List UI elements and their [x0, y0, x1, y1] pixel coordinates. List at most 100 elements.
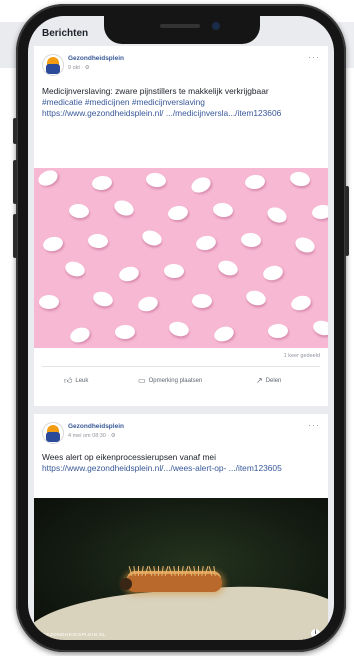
post-hashtags[interactable]: #medicatie #medicijnen #medicijnverslavi…	[42, 97, 318, 108]
caterpillar-hair	[148, 566, 153, 576]
page-avatar[interactable]	[42, 54, 64, 76]
post-text: Wees alert op eikenprocessierupsen vanaf…	[42, 452, 216, 462]
caterpillar-hair	[161, 565, 164, 577]
caterpillar-hair	[164, 566, 169, 576]
feed-post: Gezondheidsplein 9 okt · ⚙ ··· Medicijnv…	[34, 46, 328, 406]
caterpillar-hair	[158, 566, 159, 576]
caterpillar-hair	[193, 565, 196, 577]
pill-decoration	[311, 203, 328, 221]
post-text: Medicijnverslaving: zware pijnstillers t…	[42, 86, 269, 96]
caterpillar-hair	[178, 566, 179, 576]
pill-decoration	[41, 234, 65, 254]
page-avatar[interactable]	[42, 422, 64, 444]
pill-decoration	[194, 234, 218, 252]
share-count[interactable]: 1 keer gedeeld	[284, 353, 320, 359]
pill-decoration	[68, 325, 92, 345]
share-icon: ↗	[256, 376, 263, 385]
post-image-caterpillar[interactable]: GEZONDHEIDSPLEIN.NL i	[34, 498, 328, 640]
pill-decoration	[63, 259, 87, 279]
pill-decoration	[244, 288, 268, 308]
post-link[interactable]: https://www.gezondheidsplein.nl/.../wees…	[42, 463, 318, 474]
pill-decoration	[117, 264, 141, 284]
pill-decoration	[166, 204, 190, 222]
caterpillar-hair	[133, 565, 136, 577]
caterpillar-hair	[213, 565, 216, 577]
pill-decoration	[265, 204, 289, 226]
post-actions: 👍︎ Leuk ▭ Opmerking plaatsen ↗ Delen	[34, 372, 328, 394]
pill-decoration	[240, 232, 262, 248]
pill-decoration	[212, 201, 234, 219]
pill-decoration	[163, 263, 185, 279]
pill-decoration	[216, 258, 240, 278]
pill-decoration	[136, 294, 160, 314]
share-label: Delen	[265, 377, 282, 384]
pill-decoration	[38, 294, 60, 310]
pill-decoration	[112, 197, 136, 219]
ellipsis-icon[interactable]: ···	[308, 420, 320, 430]
pill-decoration	[212, 324, 236, 344]
caterpillar	[120, 565, 222, 592]
volume-down-button	[13, 214, 17, 258]
share-button[interactable]: ↗ Delen	[256, 376, 281, 385]
speaker-grille	[160, 24, 200, 28]
pill-decoration	[68, 202, 90, 220]
comment-button[interactable]: ▭ Opmerking plaatsen	[138, 376, 202, 385]
caterpillar-hair	[184, 566, 189, 576]
post-link[interactable]: https://www.gezondheidsplein.nl/ .../med…	[42, 108, 318, 119]
pill-decoration	[35, 168, 61, 189]
page-name-link[interactable]: Gezondheidsplein	[68, 423, 124, 430]
post-header: Gezondheidsplein 9 okt · ⚙ ···	[34, 46, 328, 80]
caterpillar-hair	[208, 566, 213, 576]
comment-icon: ▭	[138, 376, 146, 385]
post-timestamp: 9 okt · ⚙	[68, 65, 90, 71]
mute-switch	[13, 118, 17, 144]
link-source-label[interactable]: GEZONDHEIDSPLEIN.NL	[42, 633, 106, 638]
divider	[42, 366, 320, 367]
like-button[interactable]: 👍︎ Leuk	[64, 376, 88, 386]
pill-decoration	[288, 170, 312, 188]
caterpillar-hair	[168, 566, 173, 576]
post-image-pills[interactable]	[34, 168, 328, 348]
post-body: Wees alert op eikenprocessierupsen vanaf…	[42, 452, 318, 474]
info-icon[interactable]: i	[311, 629, 320, 638]
caterpillar-hair	[173, 565, 176, 577]
caterpillar-hair	[204, 566, 209, 576]
pill-decoration	[192, 294, 212, 308]
volume-up-button	[13, 160, 17, 204]
pill-decoration	[311, 318, 328, 338]
caterpillar-hair	[138, 566, 139, 576]
caterpillar-hair	[201, 565, 204, 577]
pill-decoration	[91, 174, 113, 192]
notch	[104, 16, 260, 44]
pill-decoration	[87, 233, 109, 249]
caterpillar-hair	[188, 566, 193, 576]
pill-decoration	[267, 323, 289, 339]
pill-decoration	[289, 293, 313, 313]
pill-decoration	[167, 319, 191, 339]
thumbs-up-icon: 👍︎	[64, 376, 73, 385]
pill-decoration	[293, 234, 317, 256]
screen-title: Berichten	[42, 28, 89, 39]
comment-label: Opmerking plaatsen	[148, 377, 203, 384]
caterpillar-hair	[181, 565, 184, 577]
like-label: Leuk	[75, 378, 89, 384]
page-name-link[interactable]: Gezondheidsplein	[68, 55, 124, 62]
ellipsis-icon[interactable]: ···	[308, 52, 320, 62]
phone-screen: Berichten Gezondheidsplein 9 okt · ⚙ ···…	[28, 16, 334, 640]
pill-decoration	[114, 324, 136, 340]
avatar-logo-body	[46, 64, 60, 74]
pill-decoration	[91, 289, 115, 309]
caterpillar-hair	[144, 566, 149, 576]
post-body: Medicijnverslaving: zware pijnstillers t…	[42, 86, 318, 119]
caterpillar-hair	[128, 566, 133, 576]
power-button	[345, 186, 349, 256]
feed-post: Gezondheidsplein 4 mei om 08:30 · ⚙ ··· …	[34, 414, 328, 640]
pill-decoration	[140, 227, 164, 249]
pill-decoration	[244, 173, 266, 191]
pill-decoration	[145, 171, 167, 189]
post-timestamp: 4 mei om 08:30 · ⚙	[68, 433, 116, 439]
front-camera	[212, 22, 220, 30]
post-header: Gezondheidsplein 4 mei om 08:30 · ⚙ ···	[34, 414, 328, 448]
pill-decoration	[189, 174, 213, 196]
caterpillar-head	[120, 578, 132, 590]
